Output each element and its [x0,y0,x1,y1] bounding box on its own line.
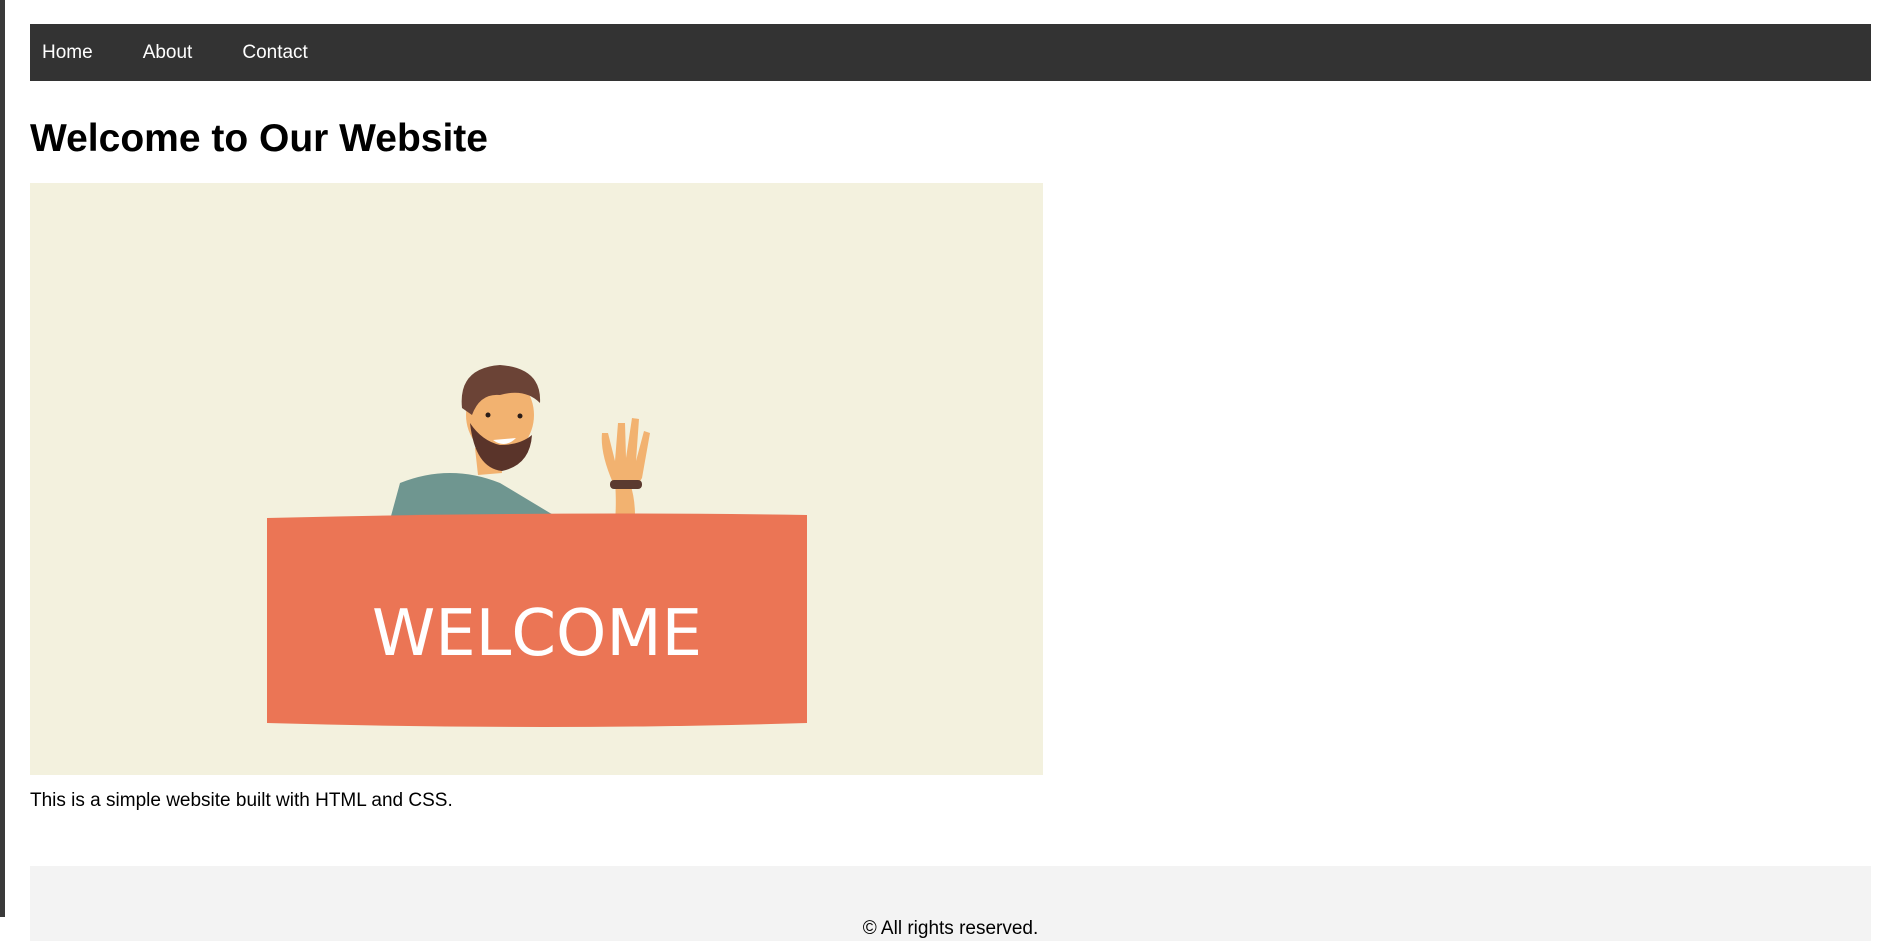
eye-right [517,413,523,419]
footer-copyright: © All rights reserved. [862,918,1039,939]
welcome-illustration: WELCOME [267,365,807,727]
waving-hand [601,418,650,489]
nav-link-home[interactable]: Home [30,24,105,81]
top-navbar: Home About Contact [30,24,1871,81]
welcome-sign-text: WELCOME [372,597,702,671]
page: Home About Contact Welcome to Our Websit… [30,24,1871,941]
hero-image: WELCOME [30,183,1043,775]
page-title: Welcome to Our Website [30,117,488,160]
eye-left [485,412,491,418]
nav-link-about[interactable]: About [131,24,205,81]
nav-link-contact[interactable]: Contact [230,24,319,81]
footer: © All rights reserved. [30,866,1871,941]
watch [610,480,642,489]
window-frame-edge [0,0,5,917]
description-text: This is a simple website built with HTML… [30,790,453,811]
